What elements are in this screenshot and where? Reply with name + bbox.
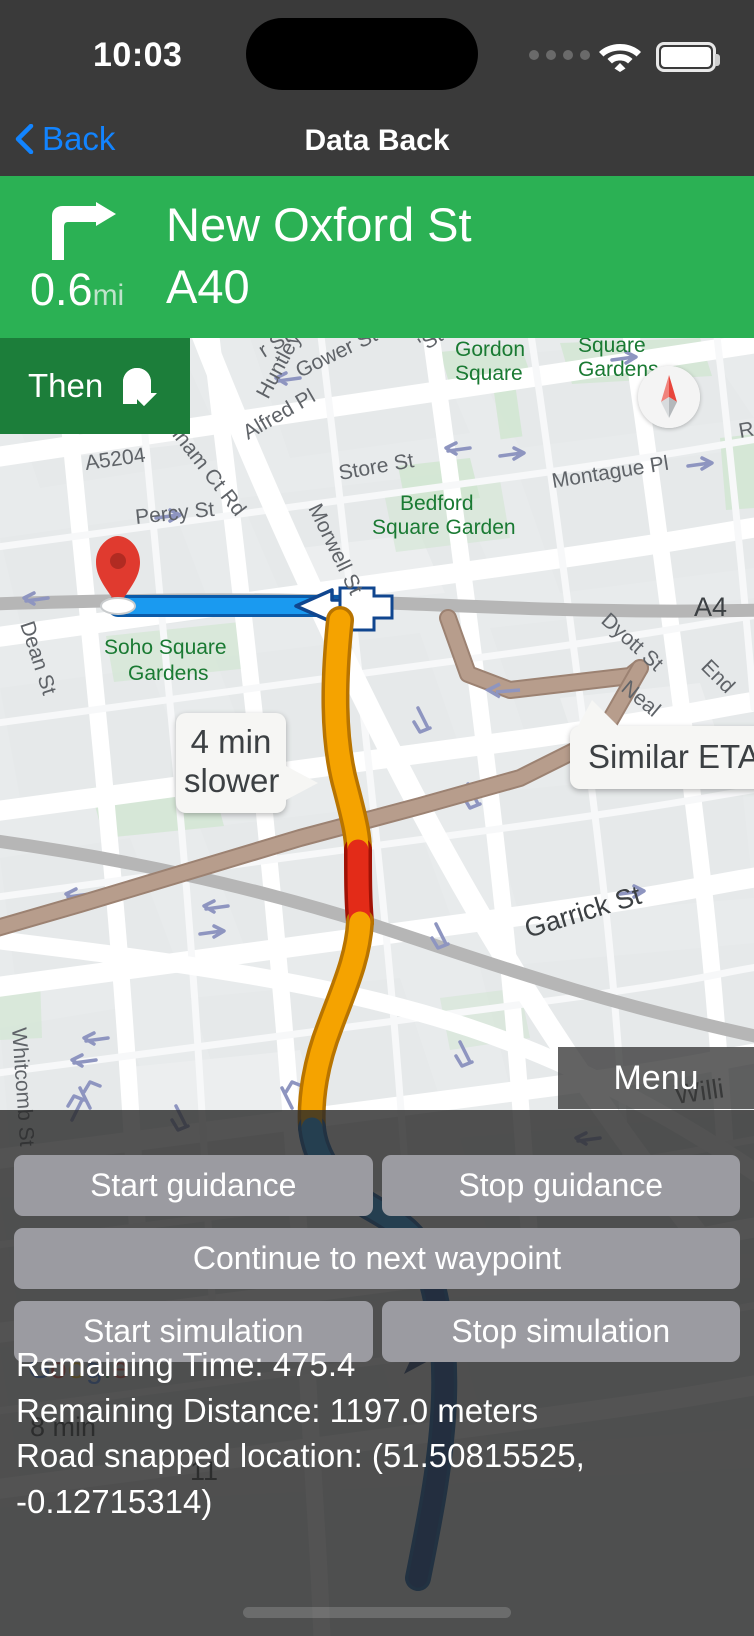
svg-text:Square: Square [578, 338, 646, 357]
menu-button[interactable]: Menu [558, 1047, 754, 1109]
wifi-icon [599, 44, 641, 72]
svg-text:Square Garden: Square Garden [372, 516, 516, 539]
then-label: Then [28, 367, 104, 404]
continue-next-waypoint-button[interactable]: Continue to next waypoint [14, 1228, 740, 1289]
maneuver-distance-value: 0.6 [30, 264, 93, 315]
road-snapped-line2: -0.12715314) [16, 1482, 213, 1520]
page-title: Data Back [304, 124, 450, 157]
home-indicator[interactable] [243, 1607, 511, 1618]
slower-callout-line2: slower [184, 761, 280, 799]
button-row-guidance: Start guidance Stop guidance [0, 1155, 754, 1228]
menu-button-label: Menu [613, 1058, 699, 1097]
turn-right-icon [52, 202, 116, 260]
phone-screen: .rd { stroke:#ffffff; fill:none; stroke-… [0, 0, 754, 1636]
slower-callout-line1: 4 min [190, 723, 272, 760]
svg-text:Soho Square: Soho Square [104, 636, 227, 659]
slower-callout[interactable]: 4 min slower [176, 713, 318, 813]
remaining-time-text: Remaining Time: 475.4 [16, 1346, 356, 1383]
svg-text:Gordon: Gordon [455, 338, 525, 361]
svg-text:R: R [737, 418, 754, 443]
u-turn-right-icon [123, 368, 158, 406]
button-row-waypoint: Continue to next waypoint [0, 1228, 754, 1301]
status-readout: Remaining Time: 475.4 Remaining Distance… [16, 1342, 744, 1524]
similar-eta-text: Similar ETA [588, 738, 754, 775]
slower-callout-tail [284, 764, 318, 801]
compass-north-icon[interactable] [638, 366, 700, 428]
road-snapped-line1: Road snapped location: (51.50815525, [16, 1437, 585, 1475]
similar-eta-callout[interactable]: Similar ETA [570, 700, 754, 789]
navigation-bar: Back Data Back [0, 108, 754, 176]
cellular-dots-icon [529, 50, 590, 60]
svg-text:Bedford: Bedford [400, 492, 474, 515]
similar-eta-tail [576, 700, 622, 730]
map-pin-icon [96, 536, 140, 615]
maneuver-road-secondary: A40 [166, 260, 250, 314]
status-bar: 10:03 [0, 0, 754, 108]
status-bar-clock: 10:03 [93, 36, 183, 74]
dynamic-island [246, 18, 478, 90]
remaining-distance-text: Remaining Distance: 1197.0 meters [16, 1391, 539, 1429]
start-guidance-button[interactable]: Start guidance [14, 1155, 373, 1216]
then-maneuver-bar: Then [0, 338, 190, 434]
controls-panel: Start guidance Stop guidance Continue to… [0, 1110, 754, 1636]
maneuver-banner: 0.6mi New Oxford St A40 [0, 176, 754, 338]
svg-text:A4: A4 [694, 592, 727, 622]
svg-text:Gardens: Gardens [128, 662, 209, 685]
svg-text:Square: Square [455, 362, 523, 385]
maneuver-distance: 0.6mi [30, 264, 124, 316]
battery-full-icon [656, 42, 720, 72]
maneuver-road-primary: New Oxford St [166, 198, 472, 251]
stop-guidance-button[interactable]: Stop guidance [381, 1155, 740, 1216]
maneuver-distance-unit: mi [92, 279, 125, 312]
maneuver-road: New Oxford St A40 [166, 194, 472, 318]
